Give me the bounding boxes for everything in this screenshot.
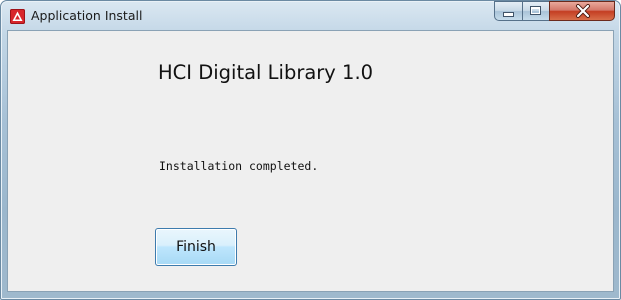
app-name-heading: HCI Digital Library 1.0 xyxy=(158,61,374,84)
dialog-content: HCI Digital Library 1.0 Installation com… xyxy=(8,31,613,291)
window-title: Application Install xyxy=(31,8,143,23)
status-text: Installation completed. xyxy=(159,159,319,173)
finish-button[interactable]: Finish xyxy=(155,228,237,266)
maximize-button[interactable] xyxy=(522,1,549,21)
adobe-air-icon xyxy=(10,9,25,24)
maximize-icon xyxy=(531,7,540,14)
minimize-icon xyxy=(504,13,513,16)
caption-buttons xyxy=(494,1,615,21)
minimize-button[interactable] xyxy=(494,1,522,21)
close-icon xyxy=(576,4,590,18)
title-bar[interactable]: Application Install xyxy=(0,0,621,31)
close-button[interactable] xyxy=(549,1,615,21)
install-window: Application Install HCI Digital Library … xyxy=(0,0,621,300)
